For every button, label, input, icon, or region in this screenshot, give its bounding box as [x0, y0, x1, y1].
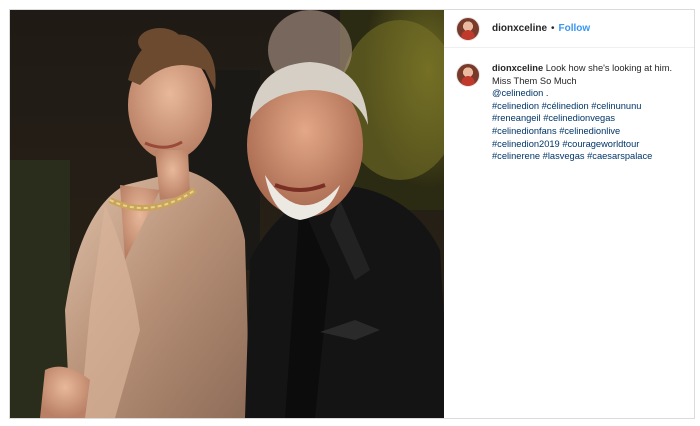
separator-dot: • [551, 23, 555, 34]
hashtag-link[interactable]: #celinedionvegas [543, 113, 615, 123]
hashtag-link[interactable]: #caesarspalace [587, 151, 652, 161]
hashtag-link[interactable]: #lasvegas [543, 151, 585, 161]
hashtag-link[interactable]: #celinedion2019 [492, 139, 560, 149]
hashtag-link[interactable]: #courageworldtour [562, 139, 639, 149]
instagram-post: dionxceline • Follow dionxceline Look ho… [9, 9, 695, 419]
hashtag-link[interactable]: #celinedion [492, 101, 539, 111]
mention-suffix: . [545, 88, 549, 99]
hashtag-link[interactable]: #reneangeil [492, 113, 541, 123]
post-image [10, 10, 444, 418]
caption-body: dionxceline Look how she's looking at hi… [492, 62, 682, 163]
hashtag-link[interactable]: #célinedion [542, 101, 589, 111]
profile-avatar[interactable] [456, 16, 480, 41]
post-sidebar: dionxceline • Follow dionxceline Look ho… [444, 10, 694, 418]
header-username[interactable]: dionxceline [492, 23, 547, 34]
follow-button[interactable]: Follow [559, 23, 591, 34]
post-header: dionxceline • Follow [444, 10, 694, 48]
hashtag-link[interactable]: #celinedionlive [559, 126, 620, 136]
post-photo[interactable] [10, 10, 444, 418]
caption-username[interactable]: dionxceline [492, 63, 543, 73]
caption-avatar[interactable] [456, 63, 480, 87]
hashtag-link[interactable]: #celinedionfans [492, 126, 557, 136]
hashtag-link[interactable]: #celinununu [591, 101, 641, 111]
caption-comment: dionxceline Look how she's looking at hi… [444, 48, 694, 163]
hashtag-link[interactable]: #celinerene [492, 151, 540, 161]
mention-link[interactable]: @celinedion [492, 88, 543, 98]
